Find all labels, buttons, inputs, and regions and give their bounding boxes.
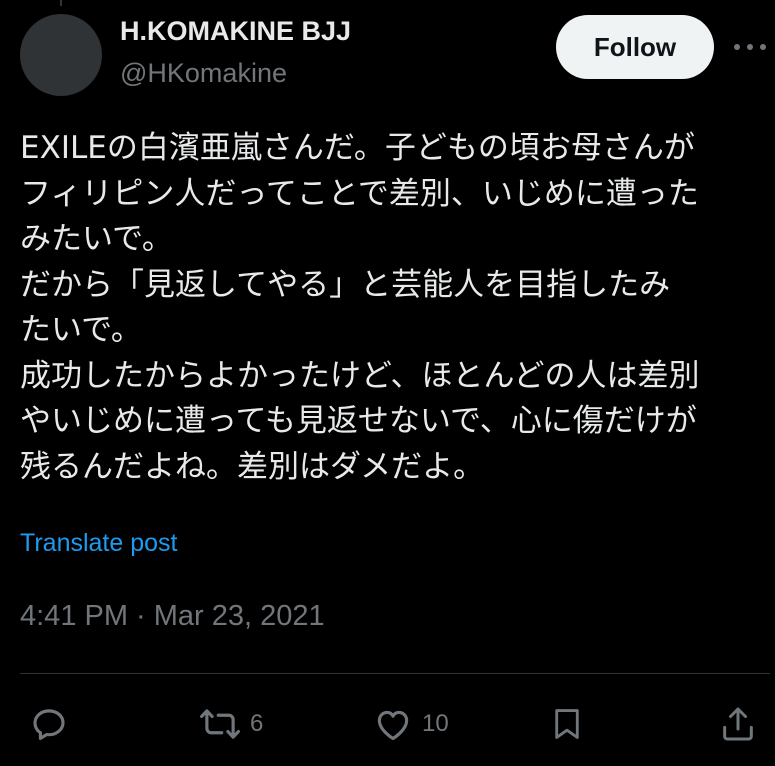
share-icon: [723, 707, 753, 741]
translate-post-link[interactable]: Translate post: [20, 529, 177, 558]
bookmark-icon: [555, 709, 579, 739]
more-options-button[interactable]: [730, 30, 770, 64]
post-text-line: たいで。: [20, 312, 142, 348]
post-text: EXILEの白濱亜嵐さんだ。子どもの頃お母さんが フィリピン人だってことで差別、…: [20, 126, 770, 490]
author-handle[interactable]: @HKomakine: [120, 58, 287, 89]
post-text-line: EXILEの白濱亜嵐さんだ。子どもの頃お母さんが: [20, 130, 695, 166]
post-text-line: だから「見返してやる」と芸能人を目指したみ: [20, 266, 671, 303]
avatar[interactable]: [20, 14, 102, 96]
more-dots-icon: [734, 44, 766, 50]
thread-connector: [60, 0, 62, 6]
post-text-line: フィリピン人だってことで差別、いじめに遭った: [20, 175, 699, 212]
reply-icon: [33, 709, 65, 740]
bookmark-button[interactable]: [548, 700, 586, 748]
repost-button[interactable]: 6: [198, 700, 263, 748]
heart-icon: [377, 710, 409, 741]
follow-button[interactable]: Follow: [556, 15, 714, 79]
post-text-line: やいじめに遭っても見返せないで、心に傷だけが: [20, 403, 697, 439]
repost-count: 6: [250, 710, 264, 737]
author-display-name[interactable]: H.KOMAKINE BJJ: [120, 16, 351, 47]
post-text-line: 残るんだよね。差別はダメだよ。: [20, 448, 485, 485]
repost-icon: [200, 709, 240, 739]
post-text-line: 成功したからよかったけど、ほとんどの人は差別: [20, 357, 700, 394]
share-button[interactable]: [718, 700, 758, 748]
post-text-line: みたいで。: [20, 221, 173, 257]
divider: [20, 673, 770, 674]
reply-button[interactable]: [28, 700, 70, 748]
like-button[interactable]: 10: [372, 700, 449, 748]
like-count: 10: [422, 710, 449, 737]
post-timestamp[interactable]: 4:41 PM · Mar 23, 2021: [20, 600, 325, 633]
